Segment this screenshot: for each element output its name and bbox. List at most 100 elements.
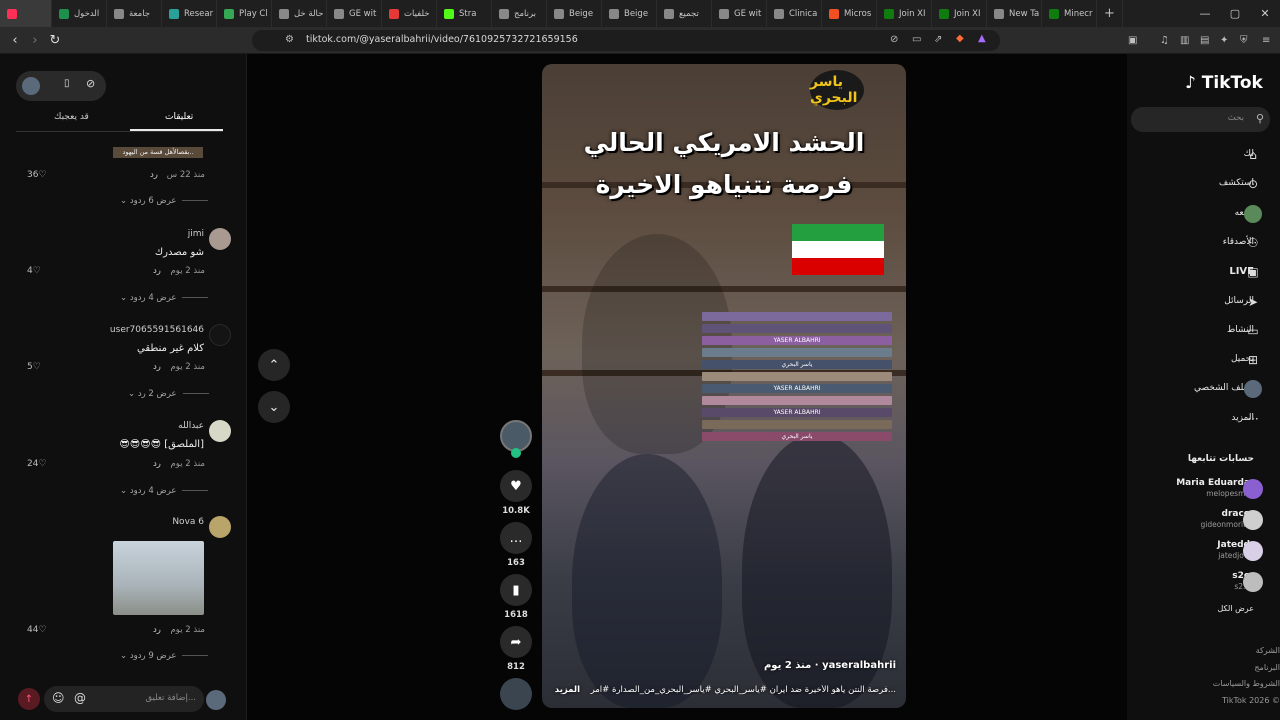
reload-icon[interactable]: ↻ xyxy=(46,31,64,49)
sidebar-icon[interactable]: ▥ xyxy=(1180,35,1189,46)
more-icon[interactable]: ··· xyxy=(1244,410,1262,428)
view-replies[interactable]: ⌄ عرض 9 ردود xyxy=(120,651,209,661)
footer-link[interactable]: TikTok 2026 © xyxy=(1222,696,1280,705)
comment-username[interactable]: jimi xyxy=(130,229,204,239)
tab-comments[interactable]: تعليقات xyxy=(165,112,193,122)
emoji-icon[interactable]: ☺ xyxy=(52,691,65,705)
upload-icon[interactable]: ⊞ xyxy=(1244,351,1262,369)
avatar[interactable] xyxy=(209,516,231,538)
previous-video-button[interactable]: ⌃ xyxy=(258,349,290,381)
avatar[interactable] xyxy=(206,690,226,710)
tab-you-may-like[interactable]: قد يعجبك xyxy=(54,112,89,122)
view-replies[interactable]: ⌄ عرض 4 ردود xyxy=(120,293,209,303)
browser-tab[interactable]: برنامج xyxy=(492,0,547,27)
caption-more-button[interactable]: المزيد xyxy=(550,685,580,695)
reply-button[interactable]: رد xyxy=(150,170,158,180)
browser-tab[interactable]: Stra xyxy=(437,0,492,27)
ai-icon[interactable]: ✦ xyxy=(1220,35,1228,46)
search-icon[interactable]: ⚲ xyxy=(1256,112,1264,125)
minimize-icon[interactable]: — xyxy=(1190,0,1220,27)
like-count[interactable]: 36♡ xyxy=(27,170,47,180)
friends-icon[interactable]: ⚇ xyxy=(1244,234,1262,252)
reading-list-icon[interactable]: ▣ xyxy=(1128,35,1137,46)
reply-button[interactable]: رد xyxy=(153,625,161,635)
next-video-button[interactable]: ⌄ xyxy=(258,391,290,423)
view-replies[interactable]: ⌄ عرض 4 ردود xyxy=(120,486,209,496)
shield-icon[interactable]: ◆ xyxy=(956,33,964,44)
video-author[interactable]: منذ 2 يوم · yaseralbahrii xyxy=(732,660,896,671)
browser-tab[interactable]: New Ta xyxy=(987,0,1042,27)
see-all-link[interactable]: عرض الكل xyxy=(1217,604,1254,613)
view-replies[interactable]: ⌄ عرض 6 ردود xyxy=(120,196,209,206)
comment-username[interactable]: عبدالله xyxy=(130,421,204,431)
avatar[interactable] xyxy=(209,324,231,346)
avatar[interactable] xyxy=(1243,510,1263,530)
comment-image[interactable] xyxy=(113,541,204,615)
compass-icon[interactable]: ⊙ xyxy=(1244,175,1262,193)
send-icon[interactable]: ↑ xyxy=(18,688,40,710)
browser-tab[interactable] xyxy=(0,0,52,27)
comment-username[interactable]: user7065591561646 xyxy=(90,325,204,335)
browser-tab[interactable]: Join XI xyxy=(932,0,987,27)
rewards-icon[interactable]: ▲ xyxy=(978,33,986,44)
avatar[interactable] xyxy=(1243,479,1263,499)
comment-username[interactable]: Nova 6 xyxy=(130,517,204,527)
back-icon[interactable]: ‹ xyxy=(6,31,24,49)
forward-icon[interactable]: › xyxy=(26,31,44,49)
tiktok-logo[interactable]: ♪ TikTok xyxy=(1185,73,1263,93)
messages-icon[interactable]: ➤ xyxy=(1244,293,1262,311)
following-name[interactable]: Maria Eduarda xyxy=(1176,478,1250,488)
reply-button[interactable]: رد xyxy=(153,459,161,469)
browser-tab[interactable]: GE wit xyxy=(327,0,382,27)
browser-tab[interactable]: GE wit xyxy=(712,0,767,27)
share-icon[interactable]: ⇗ xyxy=(934,34,942,45)
comment-input[interactable]: ☺ @ إضافة تعليق... xyxy=(44,686,204,712)
search-input[interactable]: بحث ⚲ xyxy=(1131,107,1270,132)
phone-icon[interactable]: ▯ xyxy=(64,78,70,89)
live-icon[interactable]: ▣ xyxy=(1244,263,1262,281)
bookmark-icon[interactable]: ▮ xyxy=(500,574,532,606)
browser-tab[interactable]: حالة خل xyxy=(272,0,327,27)
mention-icon[interactable]: @ xyxy=(74,691,86,705)
browser-tab[interactable]: Micros xyxy=(822,0,877,27)
avatar[interactable] xyxy=(209,420,231,442)
browser-tab[interactable]: Beige xyxy=(602,0,657,27)
comment-icon[interactable]: … xyxy=(500,522,532,554)
browser-tab[interactable]: Join XI xyxy=(877,0,932,27)
browser-tab[interactable]: جامعة xyxy=(107,0,162,27)
browser-tab[interactable]: خلفيات xyxy=(382,0,437,27)
browser-tab[interactable]: Clinica xyxy=(767,0,822,27)
like-count[interactable]: 5♡ xyxy=(27,362,41,372)
following-icon[interactable] xyxy=(1244,204,1262,223)
browser-tab[interactable]: الدخول xyxy=(52,0,107,27)
browser-tab[interactable]: Minecr xyxy=(1042,0,1097,27)
site-info-icon[interactable]: ⚙ xyxy=(285,34,294,45)
close-icon[interactable]: ✕ xyxy=(1250,0,1280,27)
media-icon[interactable]: ♫ xyxy=(1160,35,1169,46)
new-tab-button[interactable]: + xyxy=(1097,0,1123,27)
profile-icon[interactable] xyxy=(1244,380,1262,399)
browser-tab[interactable]: Resear xyxy=(162,0,217,27)
browser-tab[interactable]: Play Cl xyxy=(217,0,272,27)
footer-link[interactable]: الشركة xyxy=(1256,646,1280,655)
no-tracking-icon[interactable]: ⊘ xyxy=(890,34,898,45)
wallet-icon[interactable]: ▤ xyxy=(1200,35,1209,46)
cast-icon[interactable]: ▭ xyxy=(912,34,921,45)
reply-button[interactable]: رد xyxy=(153,362,161,372)
footer-link[interactable]: الشروط والسياسات xyxy=(1213,679,1280,688)
like-count[interactable]: 44♡ xyxy=(27,625,47,635)
avatar[interactable] xyxy=(209,228,231,250)
avatar[interactable] xyxy=(1243,541,1263,561)
like-icon[interactable]: ♥ xyxy=(500,470,532,502)
avatar[interactable] xyxy=(1243,572,1263,592)
follow-icon[interactable] xyxy=(511,448,521,458)
browser-tab[interactable]: Beige xyxy=(547,0,602,27)
view-replies[interactable]: ⌄ عرض 2 رد xyxy=(128,389,209,399)
like-count[interactable]: 4♡ xyxy=(27,266,41,276)
compass-small-icon[interactable]: ⊘ xyxy=(86,77,95,90)
video-player[interactable]: YASER ALBAHRI ياسر البحري YASER ALBAHRI … xyxy=(542,64,906,708)
maximize-icon[interactable]: ▢ xyxy=(1220,0,1250,27)
avatar[interactable] xyxy=(22,77,40,95)
activity-icon[interactable]: ▭ xyxy=(1244,322,1262,340)
sound-disc-icon[interactable] xyxy=(500,678,532,710)
